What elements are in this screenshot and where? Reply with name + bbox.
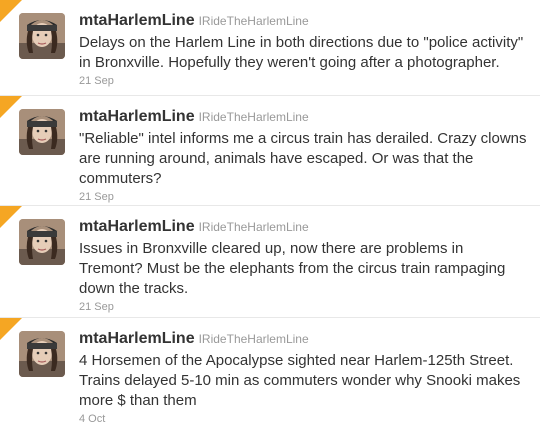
full-name: IRideTheHarlemLine: [198, 110, 309, 124]
tweet-item[interactable]: ★ mtaHarlemLine IRideTheHarlemLine Issues…: [0, 206, 540, 318]
tweet-body: mtaHarlemLine IRideTheHarlemLine 4 Horsem…: [79, 329, 530, 426]
tweet-text: "Reliable" intel informs me a circus tra…: [79, 130, 527, 187]
tweet-header: mtaHarlemLine IRideTheHarlemLine: [79, 217, 530, 237]
user-avatar-icon[interactable]: [19, 13, 65, 59]
tweet-text: Delays on the Harlem Line in both direct…: [79, 34, 524, 71]
user-avatar-icon[interactable]: [19, 219, 65, 265]
tweet-header: mtaHarlemLine IRideTheHarlemLine: [79, 107, 530, 127]
tweet-timestamp[interactable]: 21 Sep: [79, 191, 530, 204]
tweet-item[interactable]: ★ mtaHarlemLine IRideTheHarlemLine 4 Hors…: [0, 318, 540, 425]
tweet-item[interactable]: ★ mtaHarlemLine IRideTheHarlemLine Delays…: [0, 0, 540, 96]
full-name: IRideTheHarlemLine: [198, 332, 309, 346]
tweet-timestamp[interactable]: 21 Sep: [79, 75, 530, 88]
tweet-body: mtaHarlemLine IRideTheHarlemLine "Reliabl…: [79, 107, 530, 204]
full-name: IRideTheHarlemLine: [198, 14, 309, 28]
user-avatar-icon[interactable]: [19, 331, 65, 377]
tweet-body: mtaHarlemLine IRideTheHarlemLine Issues i…: [79, 217, 530, 314]
full-name: IRideTheHarlemLine: [198, 220, 309, 234]
tweet-header: mtaHarlemLine IRideTheHarlemLine: [79, 329, 530, 349]
screen-name[interactable]: mtaHarlemLine: [79, 330, 195, 347]
screen-name[interactable]: mtaHarlemLine: [79, 218, 195, 235]
screen-name[interactable]: mtaHarlemLine: [79, 12, 195, 29]
screen-name[interactable]: mtaHarlemLine: [79, 108, 195, 125]
user-avatar-icon[interactable]: [19, 109, 65, 155]
tweet-feed: ★ mtaHarlemLine IRideTheHarlemLine Delays…: [0, 0, 540, 425]
tweet-item[interactable]: ★ mtaHarlemLine IRideTheHarlemLine "Relia…: [0, 96, 540, 206]
tweet-body: mtaHarlemLine IRideTheHarlemLine Delays o…: [79, 11, 530, 88]
tweet-text: Issues in Bronxville cleared up, now the…: [79, 240, 506, 297]
tweet-text: 4 Horsemen of the Apocalypse sighted nea…: [79, 352, 521, 409]
tweet-timestamp[interactable]: 21 Sep: [79, 301, 530, 314]
tweet-header: mtaHarlemLine IRideTheHarlemLine: [79, 11, 530, 31]
